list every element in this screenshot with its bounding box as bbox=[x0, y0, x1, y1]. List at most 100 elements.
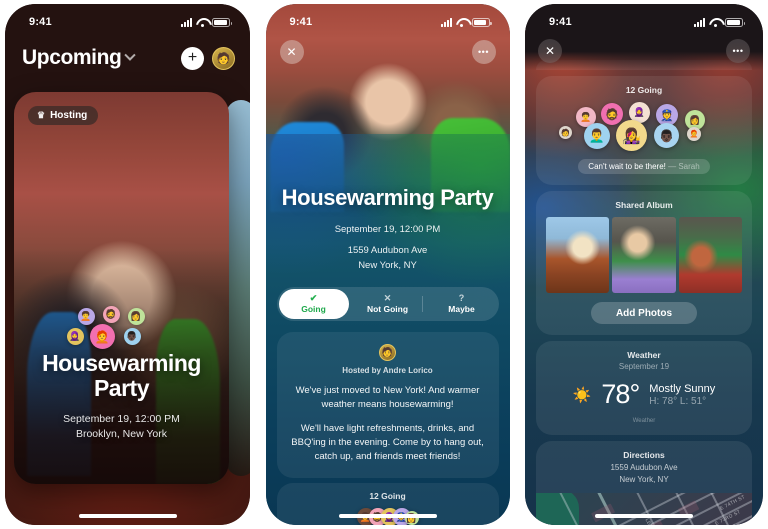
going-avatar-cluster[interactable]: 🧑‍🦱 🧔 🧕 👮 👩 🧑 👨‍🦱 👩‍🎤 👨🏿 🧑‍🦰 bbox=[546, 101, 742, 155]
event-card[interactable]: ♛ Hosting 🧑‍🦱 🧔 👩 🧕 🧑‍🦰 👨🏿 Housewarming … bbox=[14, 92, 229, 484]
event-address-line2: New York, NY bbox=[358, 259, 417, 271]
widgets-scroll-area[interactable]: 12 Going 🧑‍🦱 🧔 🧕 👮 👩 🧑 👨‍🦱 👩‍🎤 👨🏿 🧑‍🦰 bbox=[525, 60, 763, 525]
avatar: 👩‍🎤 bbox=[622, 127, 641, 145]
home-indicator bbox=[338, 514, 437, 518]
weather-date: September 19 bbox=[618, 362, 670, 371]
attendee-quote: Can't wait to be there! — Sarah bbox=[578, 159, 710, 174]
hosting-badge: ♛ Hosting bbox=[28, 106, 99, 125]
list-item[interactable]: 🧑‍🦰 bbox=[687, 127, 701, 141]
list-item[interactable]: 🧔 bbox=[102, 306, 120, 323]
chevron-down-icon[interactable] bbox=[124, 49, 137, 61]
hosted-by-label: Hosted by Andre Lorico bbox=[342, 365, 433, 375]
x-circle-icon: ✕ bbox=[383, 292, 392, 303]
event-title: Housewarming Party bbox=[281, 185, 494, 210]
close-button[interactable]: ✕ bbox=[538, 39, 562, 63]
status-time: 9:41 bbox=[29, 16, 52, 28]
cellular-bars-icon bbox=[440, 17, 452, 27]
shared-album-card[interactable]: Shared Album Add Photos bbox=[536, 191, 752, 335]
list-item[interactable]: 🧑‍🦱 bbox=[77, 308, 95, 325]
status-indicators bbox=[440, 17, 492, 27]
phone2-screen: 9:41 ✕ ••• Housewarming Party September … bbox=[265, 4, 510, 525]
event-date: September 19, 12:00 PM bbox=[63, 412, 180, 425]
quote-text: Can't wait to be there! bbox=[588, 162, 666, 171]
battery-icon bbox=[471, 17, 492, 27]
album-photo[interactable] bbox=[678, 217, 742, 293]
rsvp-not-going-label: Not Going bbox=[366, 303, 409, 314]
more-dots-icon: ••• bbox=[478, 46, 489, 57]
more-dots-icon: ••• bbox=[732, 45, 744, 56]
hosting-badge-label: Hosting bbox=[50, 110, 88, 121]
avatar: 👩 bbox=[689, 114, 701, 125]
directions-title: Directions bbox=[623, 450, 665, 460]
list-item[interactable]: 🧑‍🦰 bbox=[89, 324, 115, 349]
phone-event-detail: 9:41 ✕ ••• Housewarming Party September … bbox=[265, 4, 510, 525]
list-item[interactable]: 🧑 bbox=[559, 126, 572, 139]
more-options-button[interactable]: ••• bbox=[726, 39, 750, 63]
phone1-header: Upcoming + 🧑 bbox=[5, 36, 250, 80]
weather-temperature: 78° bbox=[601, 379, 640, 409]
directions-address-line1: 1559 Audubon Ave bbox=[610, 463, 678, 472]
list-item[interactable]: 👨🏿 bbox=[654, 123, 679, 148]
next-event-card-peek[interactable] bbox=[226, 100, 250, 476]
avatar: 🧔 bbox=[605, 108, 619, 121]
list-item[interactable]: 👩 bbox=[127, 308, 145, 325]
album-photo-strip[interactable] bbox=[546, 217, 742, 293]
event-card-info: Housewarming Party September 19, 12:00 P… bbox=[14, 351, 229, 442]
weather-attribution: Weather bbox=[632, 418, 656, 424]
avatar: 🧕 bbox=[633, 107, 646, 117]
rsvp-option-maybe[interactable]: ? Maybe bbox=[427, 289, 497, 319]
map-preview[interactable]: E 74TH ST E 73RD ST E 72ND ST E 70TH ST … bbox=[536, 493, 752, 525]
sun-icon: ☀️ bbox=[572, 386, 592, 404]
wifi-icon bbox=[709, 18, 721, 27]
directions-card[interactable]: Directions 1559 Audubon Ave New York, NY bbox=[536, 441, 752, 525]
going-card[interactable]: 12 Going 🧑‍🦱 🧔 🧕 👮 👩 bbox=[276, 483, 499, 525]
more-options-button[interactable]: ••• bbox=[471, 40, 496, 64]
home-indicator bbox=[78, 514, 177, 518]
event-meta: September 19, 12:00 PM Brooklyn, New Yor… bbox=[26, 412, 217, 442]
phone-upcoming-list: 9:41 Upcoming + 🧑 bbox=[5, 4, 250, 525]
close-icon: ✕ bbox=[544, 44, 556, 58]
home-indicator bbox=[595, 514, 693, 518]
event-address-line1: 1559 Audubon Ave bbox=[347, 245, 428, 257]
list-item[interactable]: 👨‍🦱 bbox=[584, 123, 610, 149]
rsvp-segmented-control[interactable]: ✔ Going ✕ Not Going ? Maybe bbox=[276, 286, 499, 321]
profile-avatar-button[interactable]: 🧑 bbox=[212, 46, 235, 70]
list-item[interactable]: 🧔 bbox=[601, 103, 623, 125]
list-item[interactable]: 👩‍🎤 bbox=[616, 120, 647, 151]
event-detail-body: Housewarming Party September 19, 12:00 P… bbox=[266, 185, 510, 478]
list-item[interactable]: 👨🏿 bbox=[123, 328, 141, 345]
list-item[interactable]: 🧕 bbox=[66, 328, 84, 345]
rsvp-option-going[interactable]: ✔ Going bbox=[278, 288, 349, 319]
add-event-button[interactable]: + bbox=[181, 46, 204, 70]
going-card[interactable]: 12 Going 🧑‍🦱 🧔 🧕 👮 👩 🧑 👨‍🦱 👩‍🎤 👨🏿 🧑‍🦰 bbox=[536, 76, 752, 185]
weather-summary: ☀️ 78° Mostly Sunny H: 78° L: 51° bbox=[546, 379, 742, 410]
upcoming-title-button[interactable]: Upcoming bbox=[22, 46, 137, 70]
phone1-header-actions: + 🧑 bbox=[181, 46, 235, 70]
directions-address-line2: New York, NY bbox=[619, 474, 669, 484]
avatar: 🧑‍🦱 bbox=[80, 311, 92, 321]
going-count-label: 12 Going bbox=[625, 85, 663, 95]
phone1-screen: 9:41 Upcoming + 🧑 bbox=[5, 4, 250, 525]
wifi-icon bbox=[196, 18, 208, 27]
avatar: 👩 bbox=[130, 311, 142, 321]
shared-album-title: Shared Album bbox=[615, 200, 673, 210]
avatar: 🧑‍🦰 bbox=[94, 329, 110, 344]
avatar: 🧑 bbox=[381, 346, 394, 357]
avatar: 👨‍🦱 bbox=[588, 128, 606, 143]
weather-card[interactable]: Weather September 19 ☀️ 78° Mostly Sunny… bbox=[536, 341, 752, 435]
avatar: 🧕 bbox=[69, 331, 81, 341]
host-avatar[interactable]: 🧑 bbox=[379, 343, 396, 361]
avatar: 👮 bbox=[660, 109, 674, 122]
album-photo[interactable] bbox=[612, 217, 676, 293]
album-photo[interactable] bbox=[546, 217, 610, 293]
attendee-avatar-cluster[interactable]: 🧑‍🦱 🧔 👩 🧕 🧑‍🦰 👨🏿 bbox=[62, 306, 182, 356]
avatar: 🧑‍🦱 bbox=[580, 111, 592, 122]
rsvp-option-not-going[interactable]: ✕ Not Going bbox=[353, 289, 423, 319]
add-photos-button[interactable]: Add Photos bbox=[591, 302, 697, 324]
close-button[interactable]: ✕ bbox=[279, 40, 304, 64]
going-count-label: 12 Going bbox=[369, 491, 406, 501]
phone3-screen: 9:41 ✕ ••• 12 Going bbox=[525, 4, 763, 525]
battery-icon bbox=[725, 17, 745, 27]
cellular-bars-icon bbox=[181, 17, 192, 27]
crown-icon: ♛ bbox=[37, 110, 46, 120]
